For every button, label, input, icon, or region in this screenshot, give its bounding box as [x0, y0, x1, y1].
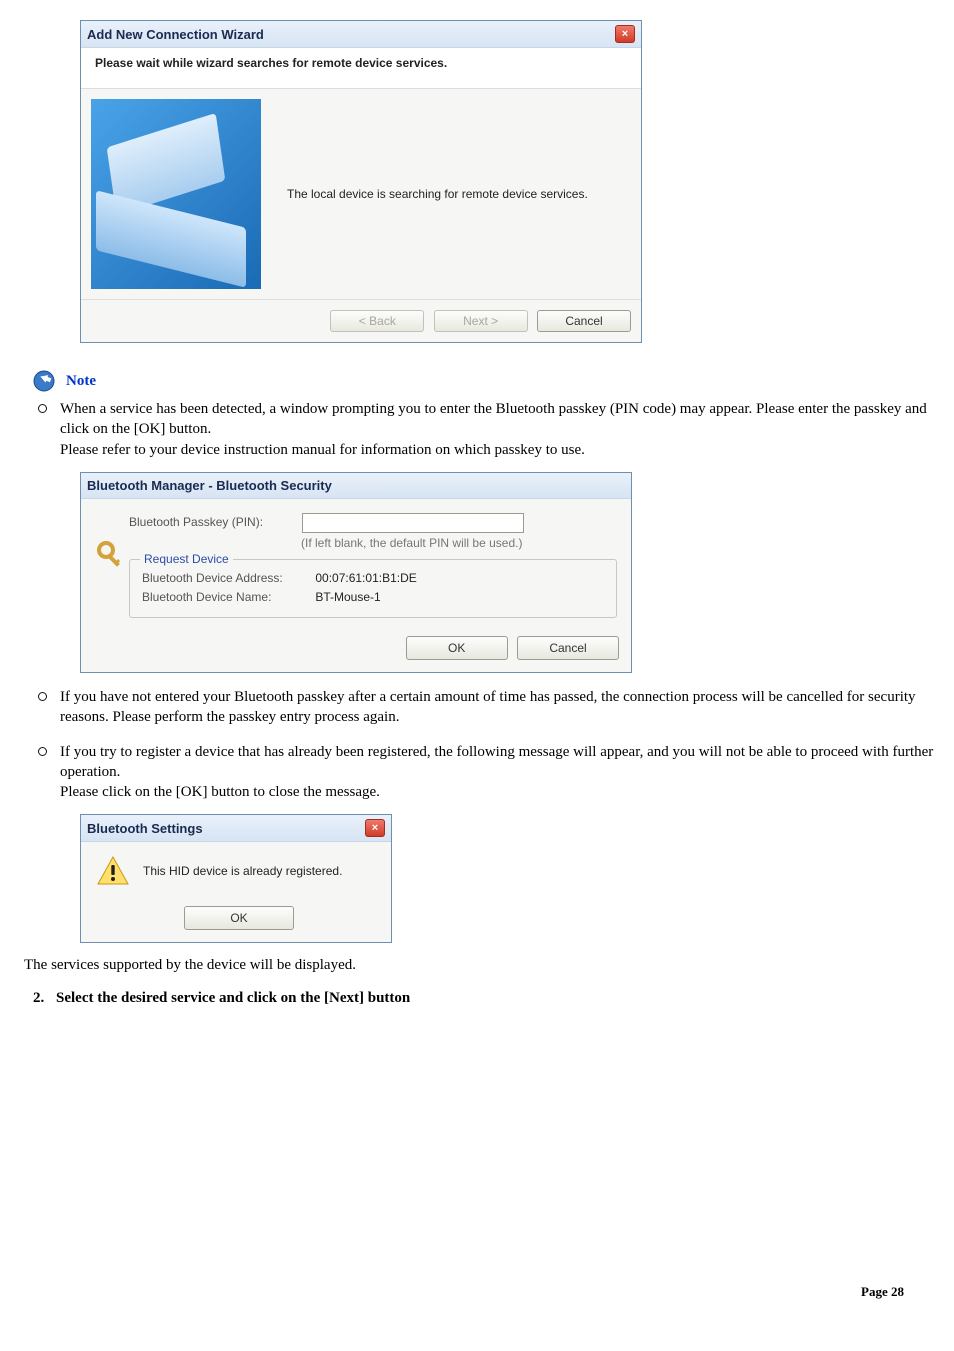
note-text-3b: Please click on the [OK] button to close… [60, 784, 380, 800]
addr-label: Bluetooth Device Address: [142, 570, 312, 586]
wizard-title: Add New Connection Wizard [87, 27, 264, 42]
titlebar: Bluetooth Settings × [81, 815, 391, 842]
passkey-label: Bluetooth Passkey (PIN): [129, 514, 299, 530]
close-icon[interactable]: × [365, 819, 385, 837]
settings-title: Bluetooth Settings [87, 820, 203, 838]
security-fields: Bluetooth Passkey (PIN): (If left blank,… [129, 513, 617, 618]
wizard-footer: < Back Next > Cancel [81, 299, 641, 342]
wizard-message: The local device is searching for remote… [279, 177, 631, 211]
note-text-3a: If you try to register a device that has… [60, 744, 933, 780]
note-item-1: When a service has been detected, a wind… [60, 399, 934, 673]
ok-button[interactable]: OK [184, 906, 294, 930]
note-item-3: If you try to register a device that has… [60, 742, 934, 944]
passkey-input[interactable] [302, 513, 524, 533]
bluetooth-settings-dialog: Bluetooth Settings × This HID device is … [80, 814, 392, 943]
warning-icon [97, 856, 129, 886]
steps-list: Select the desired service and click on … [20, 990, 934, 1007]
group-title: Request Device [140, 551, 233, 567]
wizard-illustration [91, 99, 261, 289]
step-2: Select the desired service and click on … [48, 990, 934, 1007]
settings-footer: OK [81, 900, 391, 942]
note-text-2: If you have not entered your Bluetooth p… [60, 689, 916, 725]
addr-value: 00:07:61:01:B1:DE [315, 571, 416, 585]
security-footer: OK Cancel [81, 628, 631, 672]
titlebar: Add New Connection Wizard × [81, 21, 641, 48]
settings-message: This HID device is already registered. [143, 863, 342, 879]
note-text-1b: Please refer to your device instruction … [60, 442, 585, 458]
note-list: When a service has been detected, a wind… [20, 399, 934, 943]
add-connection-wizard-dialog: Add New Connection Wizard × Please wait … [80, 20, 642, 343]
key-icon [95, 539, 129, 618]
close-icon[interactable]: × [615, 25, 635, 43]
name-label: Bluetooth Device Name: [142, 589, 312, 605]
security-title: Bluetooth Manager - Bluetooth Security [87, 477, 332, 495]
passkey-hint: (If left blank, the default PIN will be … [301, 535, 617, 551]
back-button: < Back [330, 310, 424, 332]
cancel-button[interactable]: Cancel [517, 636, 619, 660]
note-label: Note [66, 373, 96, 390]
name-value: BT-Mouse-1 [315, 590, 380, 604]
titlebar: Bluetooth Manager - Bluetooth Security [81, 473, 631, 500]
bluetooth-security-dialog: Bluetooth Manager - Bluetooth Security B… [80, 472, 632, 673]
wizard-body: The local device is searching for remote… [81, 89, 641, 299]
page-number: Page 28 [861, 1284, 904, 1300]
note-row: Note [32, 369, 934, 393]
services-line: The services supported by the device wil… [24, 957, 934, 974]
note-item-2: If you have not entered your Bluetooth p… [60, 687, 934, 728]
next-button: Next > [434, 310, 528, 332]
settings-body: This HID device is already registered. [81, 842, 391, 900]
cancel-button[interactable]: Cancel [537, 310, 631, 332]
request-device-group: Request Device Bluetooth Device Address:… [129, 559, 617, 617]
wizard-subheader: Please wait while wizard searches for re… [81, 48, 641, 89]
security-body: Bluetooth Passkey (PIN): (If left blank,… [81, 499, 631, 628]
ok-button[interactable]: OK [406, 636, 508, 660]
note-text-1a: When a service has been detected, a wind… [60, 401, 927, 437]
note-icon [32, 369, 56, 393]
